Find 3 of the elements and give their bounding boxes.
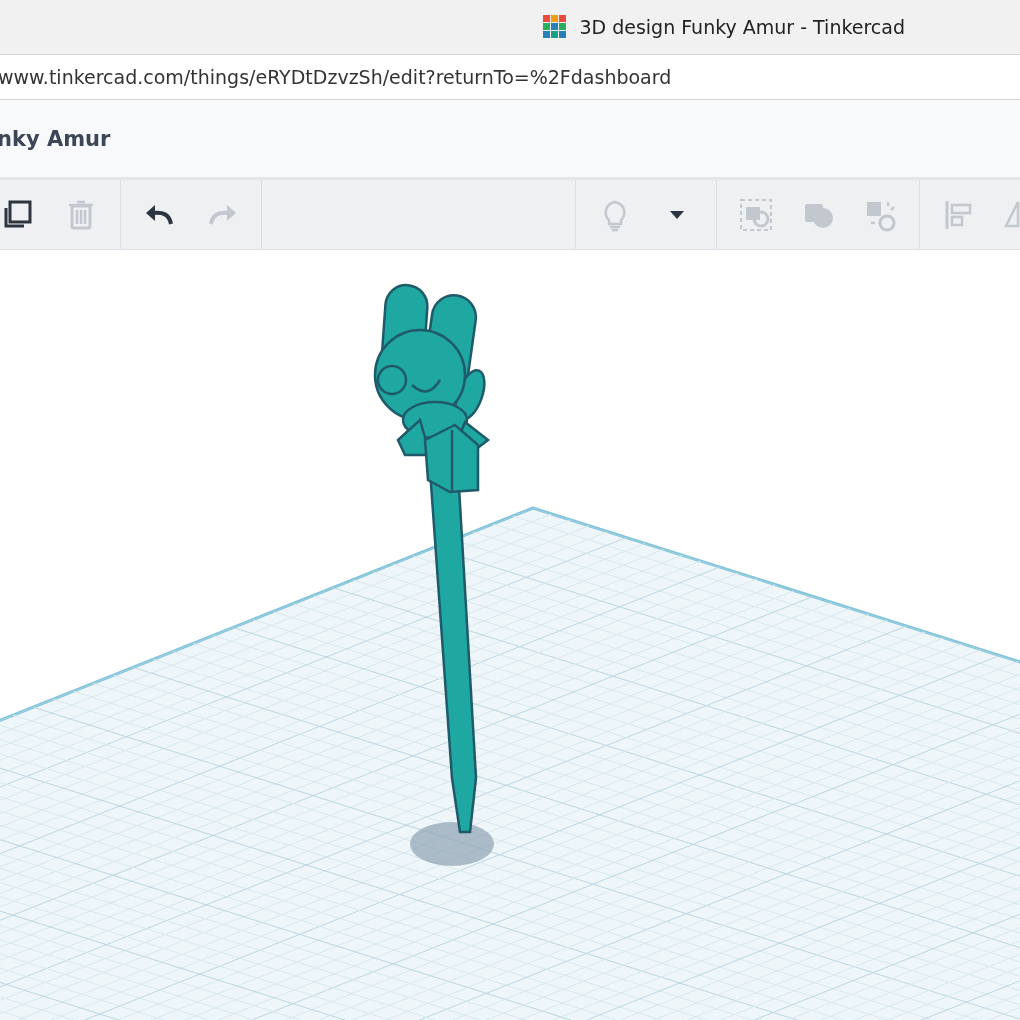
app-logo-icon: [543, 15, 568, 39]
window-title: 3D design Funky Amur - Tinkercad: [579, 16, 905, 38]
pen-drawing[interactable]: [373, 282, 491, 834]
